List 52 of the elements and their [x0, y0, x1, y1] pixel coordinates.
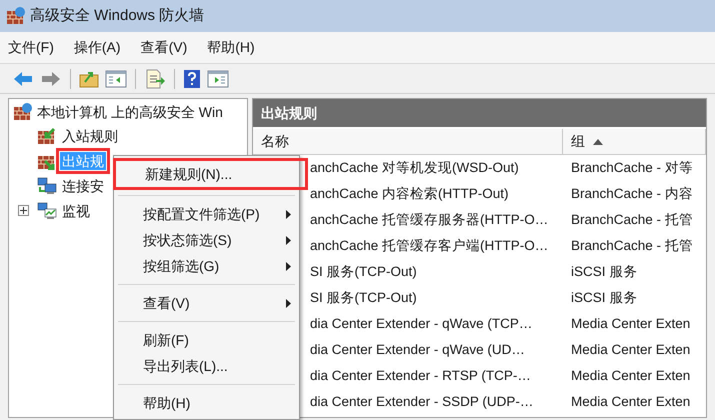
menu-item[interactable]: 文件(F) [8, 37, 54, 58]
tree-item[interactable]: 监视 [60, 202, 92, 220]
tree-item[interactable]: 连接安 [60, 176, 106, 194]
context-menu-item[interactable]: 按配置文件筛选(P) [114, 201, 299, 227]
folder-up-icon[interactable] [79, 70, 99, 88]
tree-root-label[interactable]: 本地计算机 上的高级安全 Win [37, 102, 223, 122]
help-icon[interactable] [183, 68, 201, 88]
table-cell-text: BranchCache - 对等 [570, 158, 694, 177]
menu-item[interactable]: 帮助(H) [207, 37, 255, 58]
context-menu-item[interactable]: 刷新(F) [114, 327, 299, 353]
context-menu-item[interactable]: 帮助(H) [114, 390, 299, 416]
table-cell-text: BranchCache - 托管 [570, 236, 694, 255]
context-menu-item[interactable]: 新建规则(N)... [116, 161, 299, 187]
table-cell-text: anchCache 对等机发现(WSD-Out) [309, 158, 520, 177]
monitor-chart-icon [37, 202, 57, 220]
table-cell-text: Media Center Exten [570, 366, 692, 385]
firewall-globe-icon [6, 7, 26, 25]
back-arrow-icon[interactable] [12, 70, 34, 88]
table-cell-text: anchCache 托管缓存客户端(HTTP-O… [309, 236, 550, 255]
window-title: 高级安全 Windows 防火墙 [30, 6, 204, 26]
context-menu-item[interactable]: 查看(V) [114, 290, 299, 316]
table-cell-text: iSCSI 服务 [570, 262, 638, 281]
context-menu-item[interactable]: 导出列表(L)... [114, 353, 299, 379]
export-list-icon[interactable] [144, 68, 166, 88]
tree-item[interactable]: 入站规则 [60, 126, 120, 144]
table-cell-text: iSCSI 服务 [570, 288, 638, 307]
table-cell-text: anchCache 内容检索(HTTP-Out) [309, 184, 510, 203]
show-action-pane-icon[interactable] [207, 68, 229, 88]
table-cell-text: dia Center Extender - RTSP (TCP-… [309, 366, 532, 385]
context-menu-item[interactable]: 按组筛选(G) [114, 253, 299, 279]
table-cell-text: BranchCache - 内容 [570, 184, 694, 203]
firewall-arrow-icon [37, 126, 57, 144]
table-cell-text: Media Center Exten [570, 314, 692, 333]
table-cell-text: dia Center Extender - qWave (TCP… [309, 314, 534, 333]
context-menu-item[interactable]: 按状态筛选(S) [114, 227, 299, 253]
table-cell-text: Media Center Exten [570, 392, 692, 411]
table-cell-text: dia Center Extender - SSDP (UDP-… [309, 392, 534, 411]
sort-ascending-icon [593, 138, 603, 144]
menu-item[interactable]: 查看(V) [140, 37, 188, 58]
pane-title: 出站规则 [261, 104, 317, 122]
table-cell-text: dia Center Extender - qWave (UD… [309, 340, 526, 359]
column-header[interactable]: 名称 [253, 129, 563, 154]
menu-item[interactable]: 操作(A) [74, 37, 121, 58]
table-cell-text: SI 服务(TCP-Out) [309, 262, 418, 281]
table-cell-text: SI 服务(TCP-Out) [309, 288, 418, 307]
firewall-globe-icon [13, 103, 33, 121]
column-header[interactable]: 组 [563, 129, 706, 154]
table-cell-text: Media Center Exten [570, 340, 692, 359]
expand-icon[interactable] [18, 205, 28, 216]
table-cell-text: BranchCache - 托管 [570, 210, 694, 229]
computers-icon [37, 176, 57, 194]
show-tree-icon[interactable] [105, 68, 127, 88]
